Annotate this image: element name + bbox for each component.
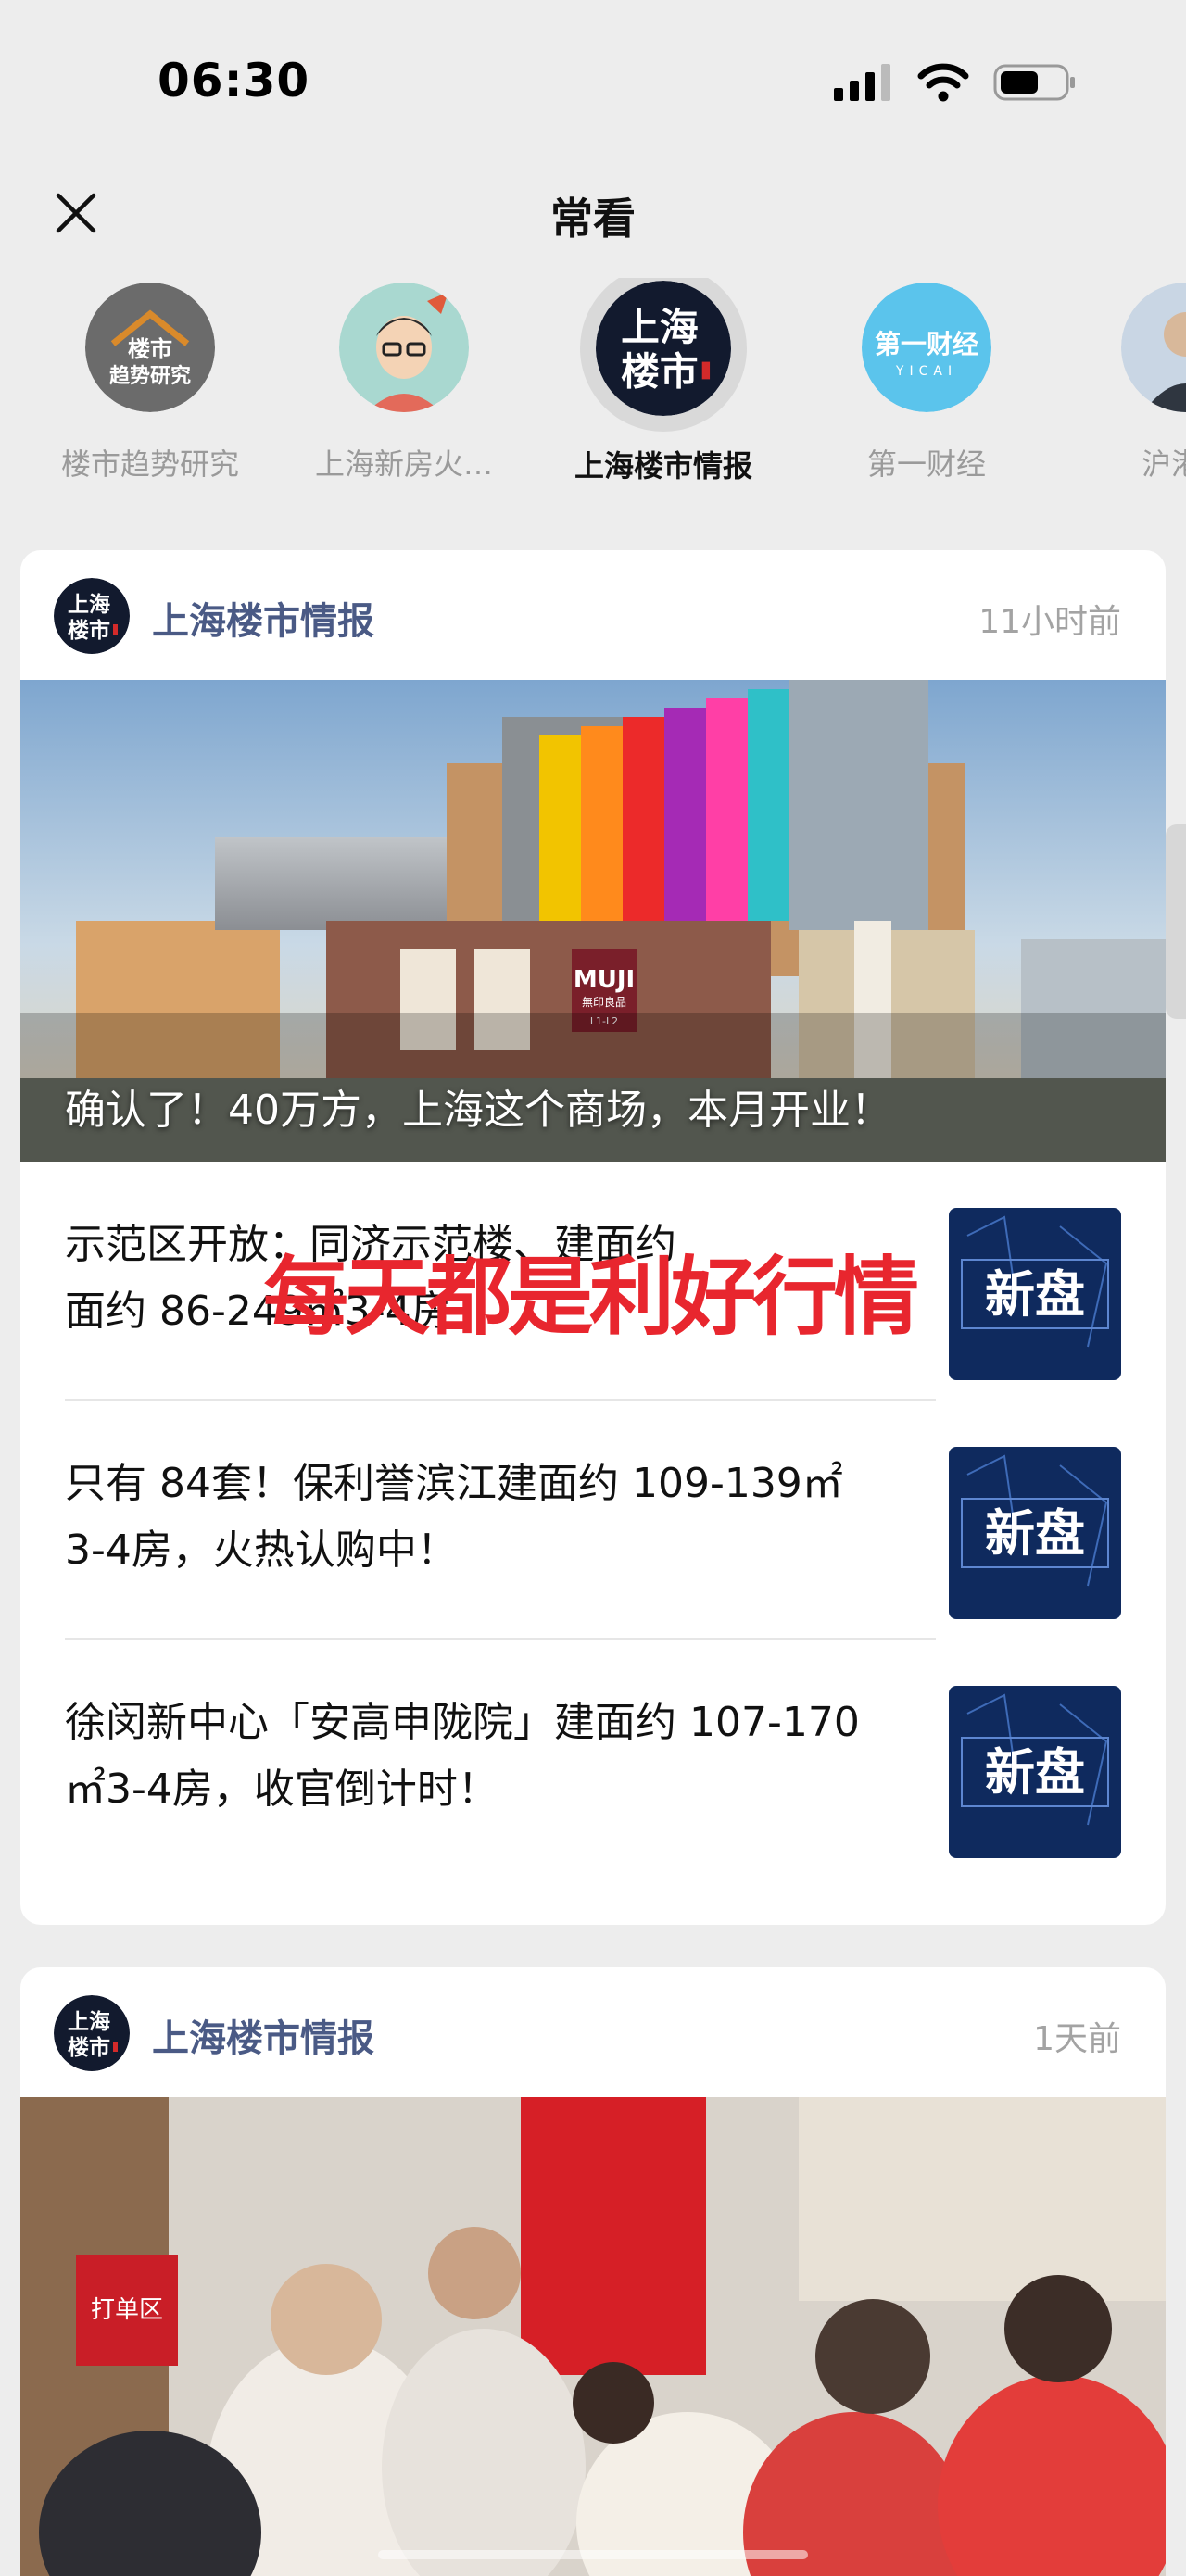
- article-title-line: ㎡3-4房，收官倒计时！: [65, 1766, 498, 1813]
- article-thumbnail: 新盘: [949, 1686, 1121, 1858]
- person-avatar-icon: [1121, 283, 1186, 412]
- account-name: 楼市趋势研究: [60, 446, 239, 482]
- card-header[interactable]: 上海 楼市 上海楼市情报 1天前: [20, 1967, 1166, 2097]
- account-name: 上海楼市情报: [152, 600, 374, 643]
- thumb-text: 新盘: [985, 1504, 1085, 1563]
- account-avatar: 第一财经 YICAI: [862, 283, 991, 412]
- account-item-diyi-caijing[interactable]: 第一财经 YICAI 第一财经: [797, 278, 1056, 484]
- account-avatar: 上海 楼市: [596, 281, 731, 416]
- home-indicator[interactable]: [378, 2550, 808, 2559]
- article-title-line: 只有 84套！保利誉滨江建面约 109-139㎡: [65, 1460, 843, 1507]
- side-handle[interactable]: [1166, 824, 1186, 1019]
- account-name: 上海楼市情报: [152, 2017, 374, 2060]
- svg-text:楼市: 楼市: [68, 618, 110, 643]
- svg-text:楼市: 楼市: [621, 349, 698, 395]
- account-item-loushi-qushi[interactable]: 楼市 趋势研究 楼市趋势研究: [20, 278, 280, 484]
- thumb-text: 新盘: [985, 1743, 1085, 1802]
- svg-text:YICAI: YICAI: [895, 364, 957, 379]
- account-name: 上海楼市情报: [574, 448, 752, 484]
- article-title-line: 3-4房，火热认购中！: [65, 1527, 458, 1574]
- card-header[interactable]: 上海 楼市 上海楼市情报 11小时前: [20, 550, 1166, 680]
- header: 常看: [0, 167, 1186, 259]
- svg-text:趋势研究: 趋势研究: [109, 364, 191, 388]
- status-time: 06:30: [158, 54, 310, 107]
- account-name: 上海新房火…: [314, 446, 493, 482]
- article-thumbnail: 新盘: [949, 1447, 1121, 1619]
- account-logo: 上海 楼市: [54, 1995, 130, 2071]
- page-title: 常看: [550, 194, 636, 244]
- sales-office-crowd-image: 打单区: [20, 2097, 1166, 2576]
- article-title: 只有 84套！保利誉滨江建面约 109-139㎡ 3-4房，火热认购中！: [65, 1451, 927, 1584]
- cellular-signal-icon: [834, 64, 890, 101]
- svg-text:楼市: 楼市: [68, 2035, 110, 2060]
- svg-text:上海: 上海: [68, 592, 110, 617]
- article-title-line: 徐闵新中心「安高申陇院」建面约 107-170: [65, 1699, 860, 1746]
- svg-text:上海: 上海: [621, 305, 698, 350]
- sign-text: 打单区: [91, 2296, 163, 2324]
- page: 06:30 常看 楼市 趋势研究 楼市趋势研究 上海新房火… 上海 楼市 上海楼…: [0, 0, 1186, 2576]
- article-title: 示范区开放：同济示范楼、建面约 面约 86-249㎡3-4房: [65, 1212, 927, 1345]
- article-item[interactable]: 只有 84套！保利誉滨江建面约 109-139㎡ 3-4房，火热认购中！ 新盘: [20, 1401, 1166, 1640]
- svg-text:第一财经: 第一财经: [875, 329, 978, 359]
- cartoon-avatar-icon: [339, 283, 469, 412]
- article-title-line: 面约 86-249㎡3-4房: [65, 1288, 452, 1335]
- status-bar: 06:30: [0, 0, 1186, 167]
- article-item[interactable]: 徐闵新中心「安高申陇院」建面约 107-170 ㎡3-4房，收官倒计时！ 新盘: [20, 1640, 1166, 1879]
- account-item-shanghai-loushi-qingbao[interactable]: 上海 楼市 上海楼市情报: [534, 278, 793, 485]
- muji-sign: MUJI: [574, 966, 635, 994]
- muji-sign-sub: 無印良品: [582, 995, 626, 1009]
- account-item-shanghai-xinfang[interactable]: 上海新房火…: [274, 278, 534, 484]
- account-name: 第一财经: [866, 446, 986, 482]
- hero-article[interactable]: MUJI 無印良品 L1-L2 确认了！40万方，上海这个商场，本月开业！: [20, 680, 1166, 1162]
- hero-article[interactable]: 打单区: [20, 2097, 1166, 2576]
- frequent-accounts-row: 楼市 趋势研究 楼市趋势研究 上海新房火… 上海 楼市 上海楼市情报 第一财经 …: [0, 278, 1186, 500]
- article-title: 徐闵新中心「安高申陇院」建面约 107-170 ㎡3-4房，收官倒计时！: [65, 1690, 927, 1823]
- article-thumbnail: 新盘: [949, 1208, 1121, 1380]
- article-title-line: 示范区开放：同济示范楼、建面约: [65, 1221, 676, 1268]
- battery-icon: [993, 64, 1075, 101]
- status-icons: [834, 63, 1077, 102]
- article-card: 上海 楼市 上海楼市情报 1天前 打单区: [20, 1967, 1166, 2576]
- account-avatar: 楼市 趋势研究: [85, 283, 215, 412]
- post-time: 1天前: [1033, 2020, 1121, 2058]
- hero-article-title: 确认了！40万方，上海这个商场，本月开业！: [65, 1087, 891, 1134]
- article-card: 上海 楼市 上海楼市情报 11小时前 MUJI 無印良品 确认了！40万方，上海…: [20, 550, 1166, 1925]
- account-item-hugang[interactable]: 沪港纟: [1056, 278, 1186, 484]
- account-logo: 上海 楼市: [54, 578, 130, 654]
- post-time: 11小时前: [978, 603, 1121, 641]
- svg-text:上海: 上海: [68, 2009, 110, 2034]
- article-item[interactable]: 示范区开放：同济示范楼、建面约 面约 86-249㎡3-4房 新盘: [20, 1162, 1166, 1401]
- wifi-icon: [917, 63, 969, 102]
- account-name: 沪港纟: [1141, 446, 1186, 482]
- thumb-text: 新盘: [985, 1265, 1085, 1324]
- svg-text:楼市: 楼市: [128, 336, 172, 362]
